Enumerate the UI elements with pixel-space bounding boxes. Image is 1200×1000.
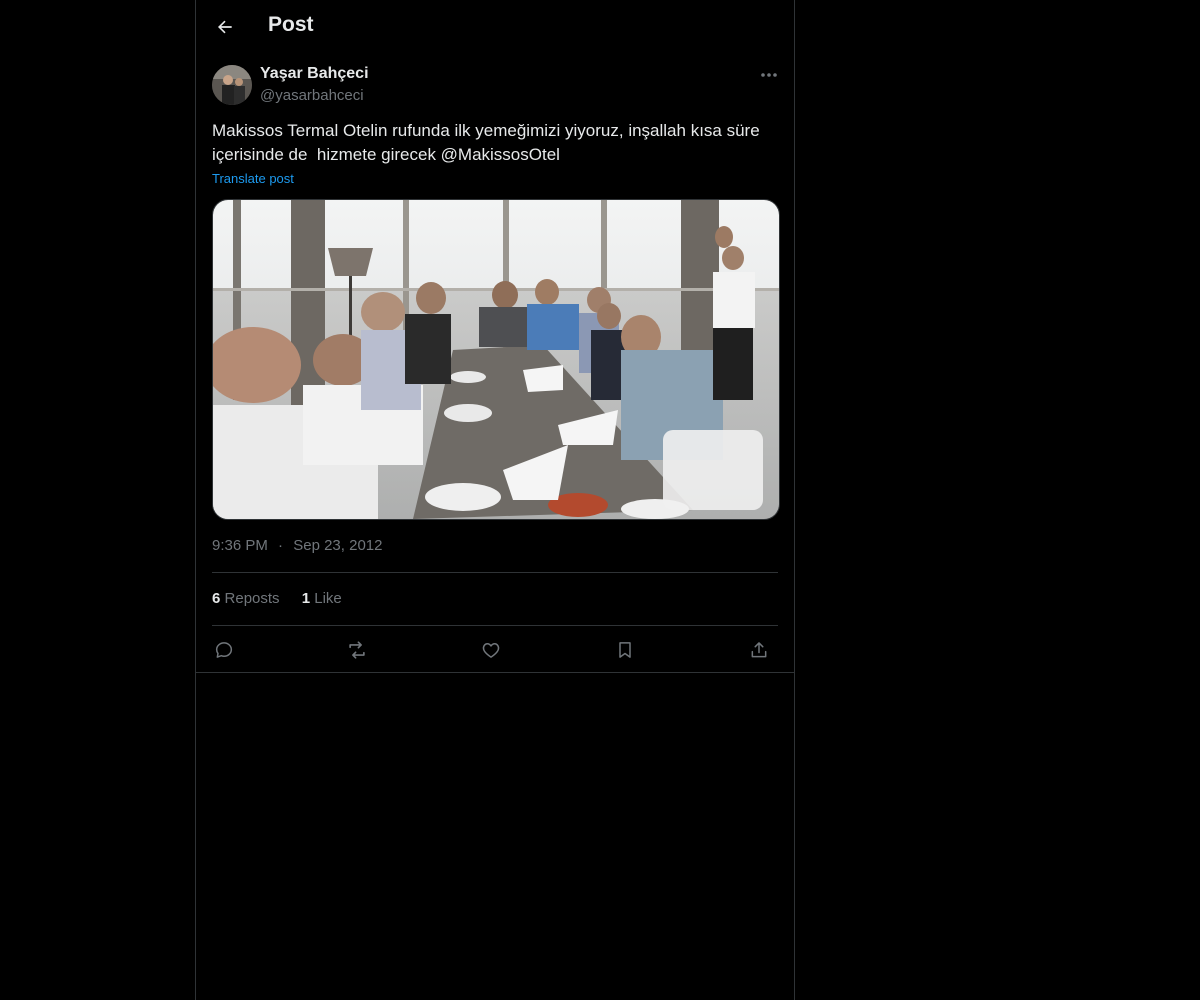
- avatar[interactable]: [212, 65, 252, 105]
- translate-post-link[interactable]: Translate post: [212, 171, 294, 186]
- arrow-left-icon: [218, 20, 232, 34]
- meta-separator: ·: [278, 537, 284, 554]
- back-button[interactable]: [208, 10, 242, 44]
- share-icon: [751, 642, 767, 658]
- author-display-name[interactable]: Yaşar Bahçeci: [260, 65, 369, 83]
- bookmark-icon: [619, 642, 631, 658]
- repost-button[interactable]: [342, 635, 372, 665]
- post-text: Makissos Termal Otelin rufunda ilk yemeğ…: [212, 121, 765, 164]
- divider: [212, 625, 778, 626]
- post-date: Sep 23, 2012: [293, 537, 383, 554]
- action-bar: [212, 635, 778, 665]
- post-image[interactable]: [212, 199, 780, 520]
- reposts-stat[interactable]: 6 Reposts: [212, 590, 284, 607]
- post-time: 9:36 PM: [212, 537, 268, 554]
- likes-count: 1: [301, 590, 311, 607]
- post-stats: 6 Reposts 1 Like: [212, 590, 360, 607]
- divider: [212, 572, 778, 573]
- like-button[interactable]: [476, 635, 506, 665]
- more-options-button[interactable]: [756, 64, 782, 86]
- repost-icon: [349, 641, 365, 659]
- share-button[interactable]: [744, 635, 774, 665]
- like-icon: [482, 643, 500, 658]
- bookmark-button[interactable]: [610, 635, 640, 665]
- likes-stat[interactable]: 1 Like: [302, 590, 342, 607]
- reposts-count: 6: [212, 590, 221, 607]
- reply-button[interactable]: [209, 635, 239, 665]
- more-horizontal-icon: [761, 73, 777, 77]
- likes-label: Like: [314, 590, 342, 607]
- page-title: Post: [268, 13, 314, 36]
- post-timestamp[interactable]: 9:36 PM · Sep 23, 2012: [212, 537, 382, 554]
- reposts-label: Reposts: [224, 590, 280, 607]
- reply-icon: [215, 642, 233, 658]
- top-bar: Post: [196, 0, 794, 53]
- author-handle[interactable]: @yasarbahceci: [260, 87, 364, 104]
- section-bottom-border: [196, 672, 794, 673]
- main-column: Post Yaşar Bahçeci @yasarbahceci Makisso…: [195, 0, 795, 1000]
